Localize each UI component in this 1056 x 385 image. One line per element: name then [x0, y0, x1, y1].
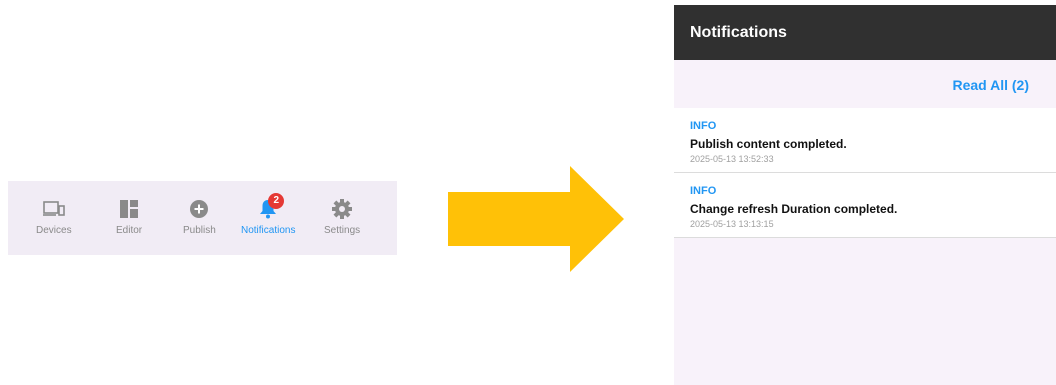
nav-label-devices: Devices [36, 225, 72, 236]
nav-label-publish: Publish [183, 225, 216, 236]
nav-item-settings[interactable]: Settings [324, 199, 360, 237]
nav-item-devices[interactable]: Devices [36, 199, 72, 237]
notification-count-badge: 2 [268, 193, 285, 209]
notification-message: Change refresh Duration completed. [690, 202, 898, 216]
notification-level: INFO [690, 185, 717, 197]
gear-icon [330, 199, 354, 219]
bottom-nav-bar: Devices Editor Publish 2 Notifications S… [8, 181, 397, 255]
nav-item-notifications[interactable]: 2 Notifications [241, 193, 296, 237]
editor-icon [117, 199, 141, 219]
notification-message: Publish content completed. [690, 137, 847, 151]
notification-timestamp: 2025-05-13 13:13:15 [690, 219, 774, 229]
nav-label-notifications: Notifications [241, 225, 296, 236]
notification-level: INFO [690, 120, 717, 132]
read-all-button[interactable]: Read All (2) [953, 77, 1030, 93]
notification-item[interactable]: INFO Publish content completed. 2025-05-… [674, 108, 1056, 173]
bell-icon: 2 [256, 193, 285, 219]
notification-timestamp: 2025-05-13 13:52:33 [690, 154, 774, 164]
notifications-panel: Notifications Read All (2) INFO Publish … [674, 5, 1056, 385]
read-all-row: Read All (2) [674, 60, 1056, 108]
devices-icon [42, 199, 66, 219]
notification-item[interactable]: INFO Change refresh Duration completed. … [674, 173, 1056, 238]
nav-label-settings: Settings [324, 225, 361, 236]
screenshot-stage: Devices Editor Publish 2 Notifications S… [0, 0, 1056, 385]
nav-label-editor: Editor [116, 225, 143, 236]
arrow-right-icon [448, 166, 624, 272]
notifications-panel-title: Notifications [674, 5, 1056, 60]
nav-item-editor[interactable]: Editor [116, 199, 142, 237]
nav-item-publish[interactable]: Publish [183, 199, 216, 237]
publish-icon [187, 199, 211, 219]
